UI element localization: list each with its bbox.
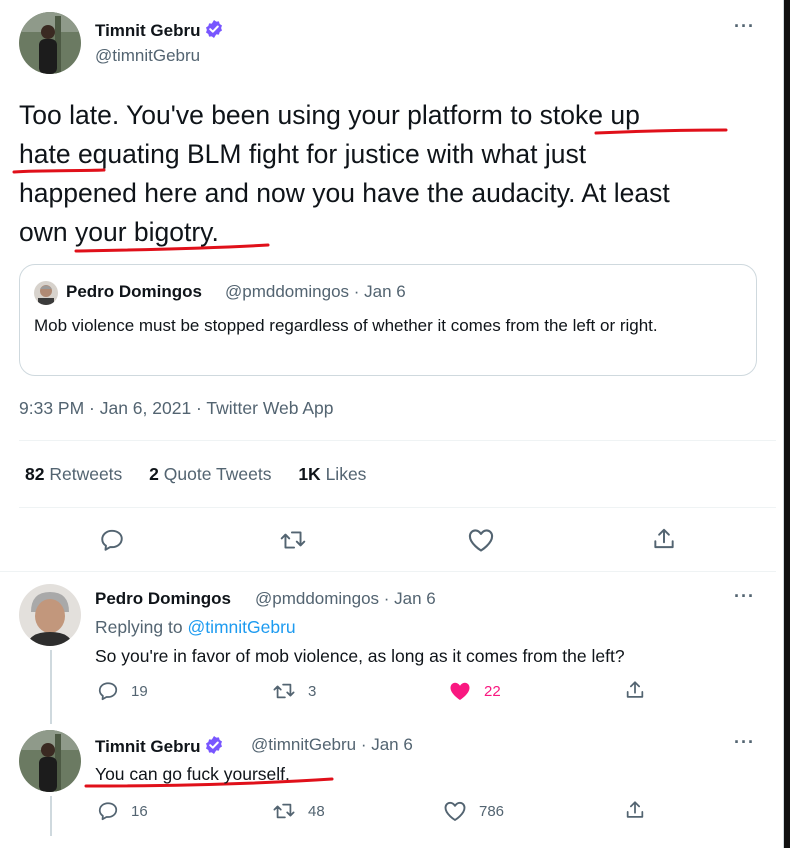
share-button[interactable] <box>651 526 677 552</box>
like-button[interactable] <box>467 527 495 553</box>
retweet-icon <box>273 683 295 699</box>
liked-heart-icon <box>450 682 470 700</box>
tweet-text-line: own your bigotry. <box>19 217 219 247</box>
share-button[interactable] <box>624 799 646 821</box>
reply-text: So you're in favor of mob violence, as l… <box>95 646 625 666</box>
retweet-button[interactable]: 3 <box>272 680 316 702</box>
tweet-text: Too late. You've been using your platfor… <box>19 96 769 252</box>
window-edge <box>784 0 790 848</box>
retweet-icon <box>280 531 306 549</box>
reply-button[interactable]: 19 <box>97 680 148 702</box>
more-options-icon[interactable]: ··· <box>734 732 755 753</box>
avatar[interactable] <box>19 12 81 74</box>
reply-author-name[interactable]: Pedro Domingos <box>95 589 231 609</box>
tweet-timestamp[interactable]: 9:33 PM · Jan 6, 2021 · Twitter Web App <box>19 398 334 419</box>
avatar[interactable] <box>19 584 81 646</box>
reply-author-name[interactable]: Timnit Gebru <box>95 735 224 760</box>
reply-icon <box>98 802 118 821</box>
reply-button[interactable] <box>99 527 125 553</box>
reply-icon <box>101 529 123 551</box>
retweet-button[interactable]: 48 <box>272 800 325 822</box>
retweet-button[interactable] <box>279 527 307 553</box>
divider <box>19 440 776 441</box>
share-button[interactable] <box>624 679 646 701</box>
reply-author-handle[interactable]: @pmddomingos · Jan 6 <box>255 589 436 609</box>
likes-stat[interactable]: 1K Likes <box>298 464 366 484</box>
tweet-text-line: Too late. You've been using your platfor… <box>19 100 640 130</box>
reply-author-handle[interactable]: @timnitGebru · Jan 6 <box>251 735 413 755</box>
like-button[interactable]: 22 <box>448 680 501 702</box>
retweet-count: 3 <box>308 682 317 700</box>
reply-text: You can go fuck yourself. <box>95 764 290 784</box>
engagement-stats: 82 Retweets 2 Quote Tweets 1K Likes <box>25 464 366 485</box>
verified-badge-icon <box>204 735 224 760</box>
reply-count: 19 <box>131 682 148 700</box>
more-options-icon[interactable]: ··· <box>734 16 755 37</box>
avatar[interactable] <box>19 730 81 792</box>
author-name[interactable]: Timnit Gebru <box>95 19 224 44</box>
share-icon <box>626 801 644 818</box>
reply-count: 16 <box>131 802 148 820</box>
mention-link[interactable]: @timnitGebru <box>187 617 295 637</box>
more-options-icon[interactable]: ··· <box>734 586 755 607</box>
avatar <box>34 281 58 305</box>
like-icon <box>468 529 494 552</box>
share-icon <box>626 681 644 698</box>
quoted-tweet[interactable]: Pedro Domingos @pmddomingos · Jan 6 Mob … <box>19 264 757 376</box>
like-button[interactable]: 786 <box>443 800 504 822</box>
retweets-stat[interactable]: 82 Retweets <box>25 464 122 484</box>
retweet-count: 48 <box>308 802 325 820</box>
like-count: 22 <box>484 682 501 700</box>
replying-to: Replying to @timnitGebru <box>95 617 296 637</box>
verified-badge-icon <box>204 19 224 44</box>
reply-button[interactable]: 16 <box>97 800 148 822</box>
divider <box>19 507 776 508</box>
quote-tweets-stat[interactable]: 2 Quote Tweets <box>149 464 271 484</box>
author-handle[interactable]: @timnitGebru <box>95 46 200 66</box>
share-icon <box>654 528 674 549</box>
like-icon <box>444 801 466 821</box>
thread-line <box>50 650 52 724</box>
quoted-author-handle: @pmddomingos · Jan 6 <box>225 282 406 301</box>
quoted-author-name: Pedro Domingos <box>66 282 203 301</box>
like-count: 786 <box>479 802 505 820</box>
thread-line <box>50 796 52 836</box>
divider <box>0 571 776 572</box>
retweet-icon <box>273 803 295 819</box>
tweet-text-line: hate equating BLM fight for justice with… <box>19 139 587 169</box>
reply-icon <box>98 682 118 701</box>
quoted-text: Mob violence must be stopped regardless … <box>34 316 658 335</box>
tweet-text-line: happened here and now you have the audac… <box>19 178 670 208</box>
